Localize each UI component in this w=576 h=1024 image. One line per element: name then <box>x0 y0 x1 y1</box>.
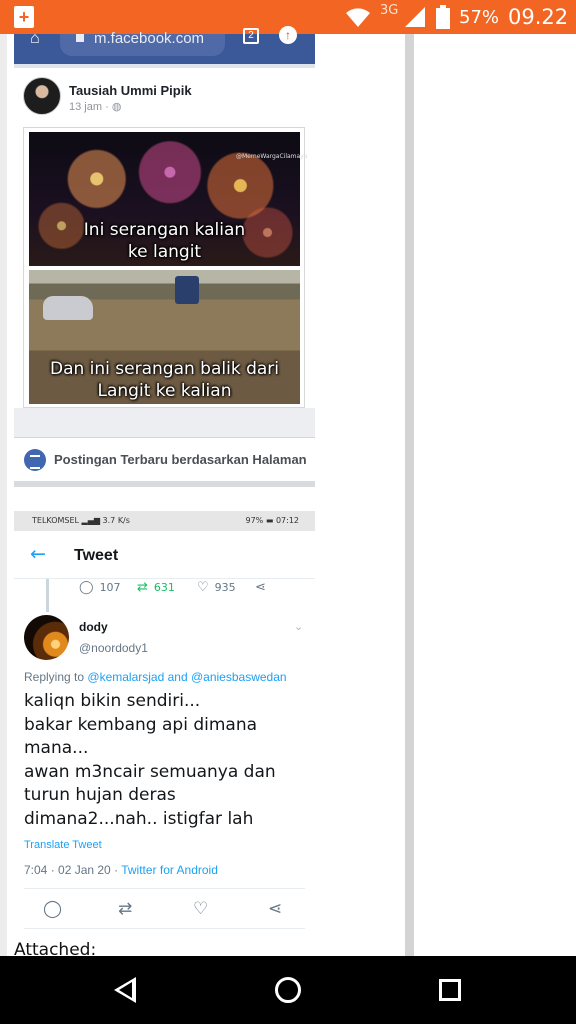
mention-link[interactable]: @kemalarsjad <box>87 670 164 684</box>
retweet-count-text: 631 <box>153 581 175 594</box>
heart-icon: ♡ <box>197 580 209 595</box>
post-timestamp: 13 jam · ◍ <box>69 100 121 113</box>
signal-icon: ▂▄▆ <box>81 516 103 525</box>
url-bar[interactable]: m.facebook.com <box>60 31 225 56</box>
like-count-text: 935 <box>214 581 236 594</box>
flood-image: Dan ini serangan balik dari Langit ke ka… <box>29 270 300 404</box>
news-feed-icon <box>24 449 46 471</box>
carrier-label: TELKOMSEL ▂▄▆ 3.7 K/s <box>32 516 130 525</box>
signal-icon <box>405 7 425 27</box>
replying-and: and <box>167 670 188 684</box>
tweet-action-bar: ◯ ⇄ ♡ ⋖ <box>24 888 305 929</box>
url-text: m.facebook.com <box>94 30 205 47</box>
share-icon[interactable]: ⋖ <box>255 580 272 595</box>
notification-icon: + <box>14 6 34 28</box>
retweet-count[interactable]: ⇄ 631 <box>137 580 175 595</box>
tweet-battery-text: 97% <box>245 516 264 525</box>
home-icon[interactable]: ⌂ <box>30 31 40 47</box>
back-arrow-icon[interactable]: ← <box>30 543 46 565</box>
like-count[interactable]: ♡ 935 <box>197 580 236 595</box>
reply-count-text: 107 <box>99 581 121 594</box>
tweet-author-avatar[interactable] <box>24 615 69 660</box>
wifi-icon <box>346 8 370 27</box>
post-author-avatar[interactable] <box>23 77 61 115</box>
battery-icon <box>436 5 450 29</box>
top-caption-line-2: ke langit <box>127 242 202 262</box>
retweet-icon: ⇄ <box>137 580 148 595</box>
recent-posts-row[interactable]: Postingan Terbaru berdasarkan Halaman <box>14 439 315 481</box>
vertical-divider <box>405 34 414 956</box>
tweet-timestamp: 7:04 · 02 Jan 20 · <box>24 863 119 877</box>
tweet-header-title: Tweet <box>74 547 119 564</box>
retweet-icon[interactable]: ⇄ <box>118 899 132 919</box>
section-separator <box>14 481 315 487</box>
thread-line <box>46 579 49 612</box>
tweet-author-handle[interactable]: @noordody1 <box>79 641 148 655</box>
upload-icon[interactable]: ↑ <box>279 26 297 44</box>
back-icon[interactable] <box>114 977 136 1003</box>
home-button-icon[interactable] <box>275 977 301 1003</box>
recent-posts-label: Postingan Terbaru berdasarkan Halaman <box>54 452 307 467</box>
heart-icon[interactable]: ♡ <box>193 899 208 919</box>
top-caption-line-1: Ini serangan kalian <box>83 220 246 240</box>
recents-icon[interactable] <box>439 979 461 1001</box>
tweet-screenshot-status-bar: TELKOMSEL ▂▄▆ 3.7 K/s 97% ▬ 07:12 <box>14 511 315 531</box>
translate-tweet-link[interactable]: Translate Tweet <box>24 839 102 851</box>
mention-link[interactable]: @aniesbaswedan <box>191 670 287 684</box>
battery-percent: 57% <box>459 7 500 28</box>
tweet-header: ← Tweet <box>14 531 315 579</box>
left-gutter <box>0 34 7 956</box>
clock: 09.22 <box>508 5 569 29</box>
reply-count[interactable]: ◯ 107 <box>79 580 121 595</box>
tweet-body: kaliqn bikin sendiri... bakar kembang ap… <box>24 691 276 829</box>
truck-shape <box>175 276 199 304</box>
reply-icon[interactable]: ◯ <box>43 899 62 919</box>
replying-to-line: Replying to @kemalarsjad and @aniesbaswe… <box>24 670 287 684</box>
network-type: 3G <box>380 3 399 18</box>
fireworks-image: @MemeWargaCilamaya Ini serangan kalian k… <box>29 132 307 266</box>
car-shape <box>43 296 93 320</box>
bottom-caption: Dan ini serangan balik dari Langit ke ka… <box>29 358 300 402</box>
reply-icon: ◯ <box>79 580 94 595</box>
tabs-icon[interactable]: 2 <box>243 28 259 44</box>
lock-icon <box>76 34 84 42</box>
browser-bar-shadow <box>14 64 315 68</box>
chevron-down-icon[interactable]: ⌄ <box>294 620 303 633</box>
post-time-text: 13 jam · <box>69 101 109 113</box>
battery-icon: ▬ <box>265 516 276 525</box>
browser-top-bar: ⌂ m.facebook.com 2 ↑ <box>14 26 315 64</box>
bottom-caption-line-1: Dan ini serangan balik dari <box>49 359 280 379</box>
status-right: 97% ▬ 07:12 <box>246 516 300 525</box>
bottom-caption-line-2: Langit ke kalian <box>97 381 232 401</box>
replying-prefix: Replying to <box>24 670 85 684</box>
post-author-name[interactable]: Tausiah Ummi Pipik <box>69 83 192 98</box>
tweet-status-time: 07:12 <box>275 516 299 525</box>
meme-watermark: @MemeWargaCilamaya <box>236 153 308 160</box>
carrier-text: TELKOMSEL <box>32 516 79 525</box>
tweet-author-name[interactable]: dody <box>79 620 108 634</box>
post-image[interactable]: @MemeWargaCilamaya Ini serangan kalian k… <box>23 127 307 408</box>
globe-icon: ◍ <box>111 101 122 113</box>
post-separator <box>14 408 315 438</box>
navigation-bar <box>0 956 576 1024</box>
share-icon[interactable]: ⋖ <box>268 899 282 919</box>
tweet-client-link[interactable]: Twitter for Android <box>121 863 218 877</box>
top-caption: Ini serangan kalian ke langit <box>29 219 300 263</box>
tweet-meta: 7:04 · 02 Jan 20 · Twitter for Android <box>24 863 218 877</box>
speed-text: 3.7 K/s <box>102 516 130 525</box>
